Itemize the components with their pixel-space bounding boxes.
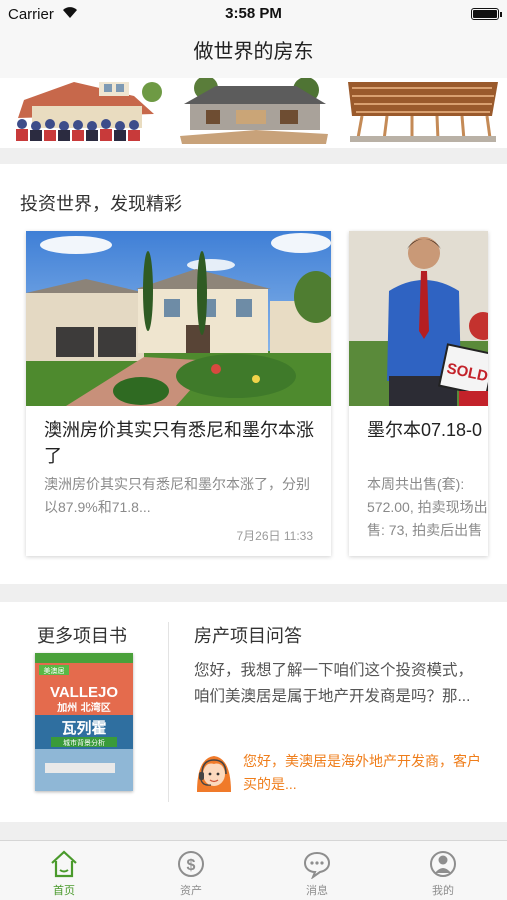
advisor-avatar [193, 752, 235, 794]
tab-home[interactable]: 首页 [24, 841, 104, 900]
banner-image-meeting[interactable] [4, 78, 166, 144]
brochure-location: 加州 北湾区 [56, 701, 110, 714]
section-title: 投资世界，发现精彩 [20, 194, 182, 214]
project-brochure[interactable]: 美澳居 VALLEJO 加州 北湾区 瓦列霍 城市背景分析 [35, 653, 133, 791]
article-title: 澳洲房价其实只有悉尼和墨尔本涨了 [44, 420, 314, 466]
article-title: 墨尔本07.18-0 [367, 420, 483, 440]
more-projects-title[interactable]: 更多项目书 [37, 622, 127, 648]
profile-icon [430, 851, 456, 877]
svg-text:$: $ [187, 857, 196, 874]
section-divider [168, 622, 169, 802]
qa-title[interactable]: 房产项目问答 [194, 622, 302, 648]
article-date: 7月26日 11:33 [236, 529, 314, 543]
brochure-subtitle: 城市背景分析 [63, 738, 105, 747]
banner-carousel[interactable] [0, 78, 507, 148]
brochure-name-cn: 瓦列霍 [61, 719, 106, 737]
tab-label: 首页 [53, 885, 75, 897]
brochure-name-en: VALLEJO [50, 684, 118, 701]
page-title: 做世界的房东 [193, 41, 314, 63]
battery-icon [471, 8, 502, 20]
article-photo-house [26, 231, 331, 406]
banner-image-construction[interactable] [176, 78, 331, 144]
tab-label: 资产 [180, 885, 202, 897]
home-icon [51, 850, 77, 878]
qa-question[interactable]: 您好，我想了解一下咱们这个投资模式，咱们美澳居是属于地产开发商是吗？那... [194, 658, 479, 710]
invest-section: 投资世界，发现精彩 澳洲房价其实只有悉尼和墨尔本涨了 澳洲房价其实只有悉尼和墨尔… [0, 164, 507, 584]
tab-label: 我的 [432, 885, 454, 897]
lower-section: 更多项目书 美澳居 VALLEJO 加州 北湾区 瓦列霍 城市背景分析 房产项目… [0, 602, 507, 822]
article-card[interactable]: 澳洲房价其实只有悉尼和墨尔本涨了 澳洲房价其实只有悉尼和墨尔本涨了，分别以87.… [26, 231, 331, 556]
article-photo-sold-sign: SOLD [349, 231, 488, 406]
article-summary: 澳洲房价其实只有悉尼和墨尔本涨了，分别以87.9%和71.8... [44, 476, 310, 515]
tab-bar: 首页 $ 资产 消息 我的 [0, 840, 507, 900]
article-summary: 本周共出售(套): 572.00, 拍卖现场出售: 73, 拍卖后出售 [367, 476, 488, 538]
dollar-icon: $ [178, 851, 204, 877]
banner-image-framing[interactable] [342, 78, 502, 144]
tab-messages[interactable]: 消息 [277, 841, 357, 900]
chat-icon [303, 851, 331, 879]
tab-assets[interactable]: $ 资产 [151, 841, 231, 900]
brochure-badge: 美澳居 [44, 666, 65, 675]
status-time: 3:58 PM [225, 5, 282, 22]
status-bar: Carrier 3:58 PM [0, 0, 507, 28]
qa-answer[interactable]: 您好，美澳居是海外地产开发商，客户买的是... [243, 750, 483, 796]
tab-profile[interactable]: 我的 [403, 841, 483, 900]
tab-label: 消息 [306, 885, 328, 897]
nav-bar: 做世界的房东 [0, 28, 507, 78]
article-card[interactable]: SOLD 墨尔本07.18-0 本周共出售(套): 572.00, 拍卖现场出售… [349, 231, 488, 556]
